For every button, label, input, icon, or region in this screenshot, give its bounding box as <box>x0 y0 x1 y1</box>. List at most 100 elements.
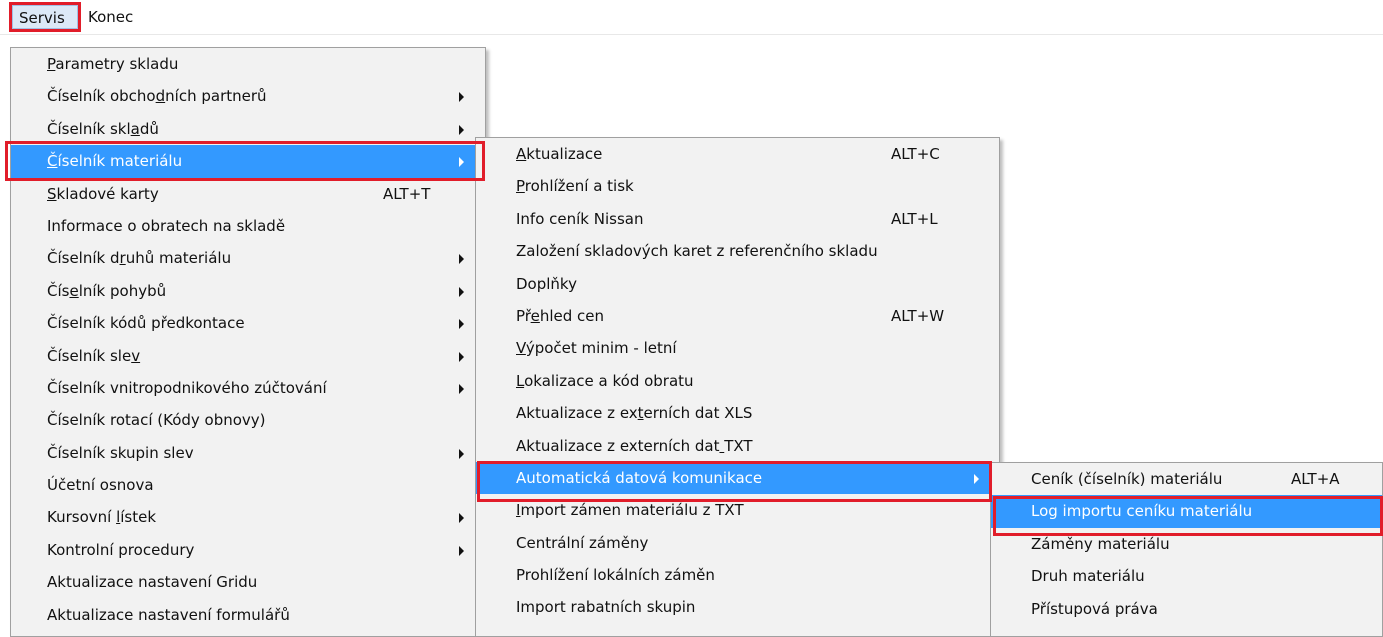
menu-item-ciselnik-skupin-slev[interactable]: Číselník skupin slev <box>11 437 485 469</box>
menu-item-label: Ceník (číselník) materiálu <box>1031 470 1223 488</box>
menu-item-label: Skladové karty <box>47 184 159 203</box>
menu-item-label: Prohlížení a tisk <box>516 177 634 196</box>
menu-item-label: Aktualizace z externích dat XLS <box>516 404 753 423</box>
menu-item-label: Číselník kódů předkontace <box>47 314 245 333</box>
menu-item-label: Doplňky <box>516 274 577 293</box>
menu-item-label: Číselník rotací (Kódy obnovy) <box>47 411 266 430</box>
menu-item-label: Lokalizace a kód obratu <box>516 371 694 390</box>
menu-item-kontrolni-procedury[interactable]: Kontrolní procedury <box>11 534 485 566</box>
menu-item-import-rabatnich-skupin[interactable]: Import rabatních skupin <box>476 591 999 623</box>
menu-item-log-importu-ceniku-materialu[interactable]: Log importu ceníku materiálu <box>991 495 1382 528</box>
menu-item-lokalizace-a-kod-obratu[interactable]: Lokalizace a kód obratu <box>476 365 999 397</box>
submenu-arrow-icon <box>459 92 464 103</box>
menu-item-zameny-materialu[interactable]: Záměny materiálu <box>991 528 1382 560</box>
menu-servis-label: Servis <box>19 9 65 27</box>
menu-item-ciselnik-druhu-materialu[interactable]: Číselník druhů materiálu <box>11 242 485 274</box>
menu-item-parametry-skladu[interactable]: Parametry skladu <box>11 48 485 80</box>
menu-item-label: Aktualizace <box>516 145 603 163</box>
menu-item-aktualizace-nastaveni-formularu[interactable]: Aktualizace nastavení formulářů <box>11 599 485 631</box>
menu-item-label: Číselník skupin slev <box>47 443 194 462</box>
menu-item-label: Číselník slev <box>47 346 141 365</box>
submenu-arrow-icon <box>459 545 464 556</box>
menu-item-prohlizeni-lokalnich-zamen[interactable]: Prohlížení lokálních záměn <box>476 559 999 591</box>
menu-item-ciselnik-rotaci-kody-obnovy[interactable]: Číselník rotací (Kódy obnovy) <box>11 404 485 436</box>
menu-item-druh-materialu[interactable]: Druh materiálu <box>991 560 1382 592</box>
menu-item-aktualizace-nastaveni-gridu[interactable]: Aktualizace nastavení Gridu <box>11 566 485 598</box>
menu-item-prehled-cen[interactable]: Přehled cen ALT+W <box>476 300 999 332</box>
submenu-arrow-icon <box>459 254 464 265</box>
menu-item-label: Aktualizace z externích dat TXT <box>516 436 753 455</box>
menu-item-label: Účetní osnova <box>47 476 154 495</box>
menu-item-label: Automatická datová komunikace <box>516 468 763 487</box>
menu-item-ciselnik-materialu[interactable]: Číselník materiálu <box>11 145 485 178</box>
submenu-arrow-icon <box>459 286 464 297</box>
menu-item-ucetni-osnova[interactable]: Účetní osnova <box>11 469 485 501</box>
menu-item-ciselnik-pohybu[interactable]: Číselník pohybů <box>11 275 485 307</box>
menu-item-label: Přehled cen <box>516 306 605 325</box>
menu-item-import-zamen-materialu-z-txt[interactable]: Import zámen materiálu z TXT <box>476 494 999 526</box>
menu-item-label: Číselník materiálu <box>47 152 183 171</box>
menu-item-ciselnik-vnitropodnikoveho-zuctovani[interactable]: Číselník vnitropodnikového zúčtování <box>11 372 485 404</box>
menu-item-aktualizace[interactable]: Aktualizace ALT+C <box>476 138 999 170</box>
menu-bar: Servis Konec <box>0 0 1383 35</box>
menu-item-label: Import zámen materiálu z TXT <box>516 501 744 520</box>
menu-item-automaticka-datova-komunikace[interactable]: Automatická datová komunikace <box>476 461 999 495</box>
menu-item-shortcut: ALT+C <box>891 145 940 163</box>
submenu-arrow-icon <box>974 473 979 484</box>
submenu-arrow-icon <box>459 513 464 524</box>
menu-item-skladove-karty[interactable]: Skladové karty ALT+T <box>11 178 485 210</box>
menu-item-zalozeni-skladovych-karet-z-referencniho-skladu[interactable]: Založení skladových karet z referenčního… <box>476 235 999 267</box>
menu-item-centralni-zameny[interactable]: Centrální záměny <box>476 527 999 559</box>
menu-item-pristupova-prava[interactable]: Přístupová práva <box>991 593 1382 625</box>
servis-dropdown: Parametry skladu Číselník obchodních part… <box>10 47 486 637</box>
submenu-arrow-icon <box>459 383 464 394</box>
menu-item-kursovni-listek[interactable]: Kursovní lístek <box>11 501 485 533</box>
menu-item-cenik-ciselnik-materialu[interactable]: Ceník (číselník) materiálu ALT+A <box>991 463 1382 495</box>
menu-item-ciselnik-skladu[interactable]: Číselník skladů <box>11 113 485 145</box>
menu-item-label: Centrální záměny <box>516 533 649 552</box>
menu-item-ciselnik-kodu-predkontace[interactable]: Číselník kódů předkontace <box>11 307 485 339</box>
submenu-arrow-icon <box>459 448 464 459</box>
menu-item-label: Log importu ceníku materiálu <box>1031 502 1253 521</box>
menu-item-aktualizace-z-externich-dat-txt[interactable]: Aktualizace z externích dat TXT <box>476 430 999 462</box>
submenu-arrow-icon <box>459 157 464 168</box>
menu-item-label: Výpočet minim - letní <box>516 339 677 358</box>
menu-item-shortcut: ALT+A <box>1291 470 1340 488</box>
menu-item-label: Číselník skladů <box>47 119 159 138</box>
menu-item-label: Informace o obratech na skladě <box>47 216 286 235</box>
menu-item-label: Založení skladových karet z referenčního… <box>516 242 878 261</box>
automaticka-komunikace-submenu: Ceník (číselník) materiálu ALT+A Log impor… <box>990 462 1383 637</box>
menu-item-informace-o-obratech-na-sklade[interactable]: Informace o obratech na skladě <box>11 210 485 242</box>
menu-item-label: Import rabatních skupin <box>516 598 696 617</box>
menu-item-ciselnik-slev[interactable]: Číselník slev <box>11 340 485 372</box>
menu-item-label: Přístupová práva <box>1031 599 1158 618</box>
menu-item-vypocet-minim-letni[interactable]: Výpočet minim - letní <box>476 332 999 364</box>
menu-item-info-cenik-nissan[interactable]: Info ceník Nissan ALT+L <box>476 203 999 235</box>
submenu-arrow-icon <box>459 319 464 330</box>
menu-item-label: Číselník druhů materiálu <box>47 249 232 268</box>
menu-item-label: Aktualizace nastavení formulářů <box>47 605 290 624</box>
menu-item-label: Kontrolní procedury <box>47 540 195 559</box>
menu-item-label: Info ceník Nissan <box>516 209 644 228</box>
menu-item-label: Číselník obchodních partnerů <box>47 87 267 106</box>
menu-item-shortcut: ALT+L <box>891 209 938 228</box>
menu-item-label: Parametry skladu <box>47 55 179 73</box>
menu-item-shortcut: ALT+T <box>383 184 431 203</box>
menu-servis[interactable]: Servis <box>9 2 81 32</box>
menu-item-label: Číselník vnitropodnikového zúčtování <box>47 378 327 397</box>
menu-item-label: Prohlížení lokálních záměn <box>516 566 715 585</box>
menu-item-doplnky[interactable]: Doplňky <box>476 268 999 300</box>
menu-konec[interactable]: Konec <box>82 5 154 29</box>
menu-item-shortcut: ALT+W <box>891 306 945 325</box>
menu-item-aktualizace-z-externich-dat-xls[interactable]: Aktualizace z externích dat XLS <box>476 397 999 429</box>
menu-item-label: Druh materiálu <box>1031 567 1145 586</box>
menu-item-ciselnik-obchodnich-partneru[interactable]: Číselník obchodních partnerů <box>11 80 485 112</box>
menu-item-label: Aktualizace nastavení Gridu <box>47 573 258 592</box>
menu-item-label: Záměny materiálu <box>1031 534 1170 553</box>
menu-konec-label: Konec <box>88 8 134 26</box>
menu-item-label: Kursovní lístek <box>47 508 157 527</box>
menu-item-prohlizeni-a-tisk[interactable]: Prohlížení a tisk <box>476 170 999 202</box>
submenu-arrow-icon <box>459 351 464 362</box>
menu-item-label: Číselník pohybů <box>47 281 167 300</box>
ciselnik-materialu-submenu: Aktualizace ALT+C Prohlížení a tisk Info ce… <box>475 137 1000 637</box>
